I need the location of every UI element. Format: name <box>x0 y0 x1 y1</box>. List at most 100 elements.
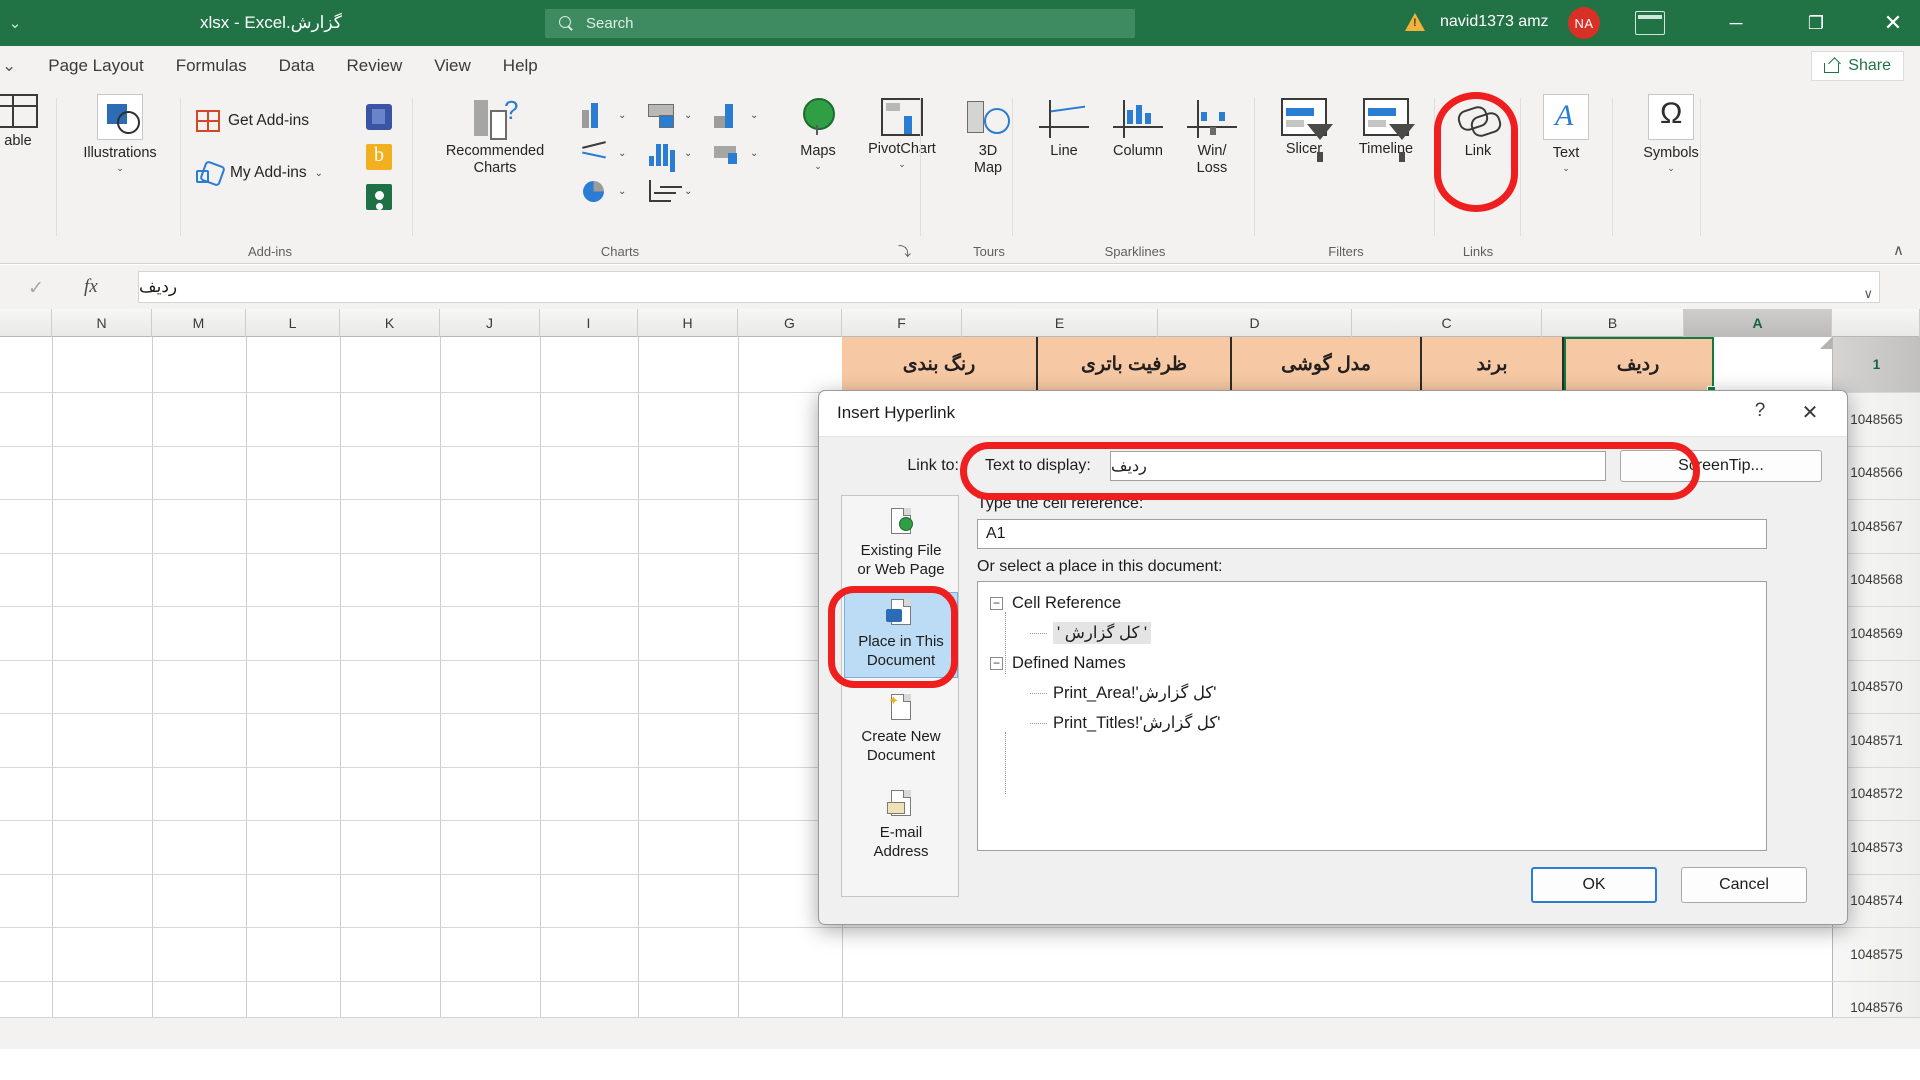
column-header-F[interactable]: F <box>842 309 962 337</box>
column-header-I[interactable]: I <box>540 309 638 337</box>
link-to-existing-file[interactable]: Existing File or Web Page <box>844 502 958 586</box>
maximize-button[interactable]: ❐ <box>1785 0 1847 46</box>
cancel-button[interactable]: Cancel <box>1681 867 1807 903</box>
column-header-N[interactable]: N <box>52 309 152 337</box>
table-row[interactable]: 1 رنگ بندی ظرفیت باتری مدل گوشی برند ردی… <box>0 337 1920 395</box>
avatar[interactable]: NA <box>1568 7 1600 39</box>
column-chart-button[interactable]: ⌄ <box>580 102 626 128</box>
column-header-L[interactable]: L <box>246 309 340 337</box>
select-all-corner[interactable] <box>1832 309 1920 337</box>
recommended-charts-button[interactable]: ? Recommended Charts <box>430 95 560 176</box>
my-addins-button[interactable]: My Add-ins ⌄ <box>196 162 323 184</box>
table-button[interactable]: able <box>0 94 64 150</box>
chevron-down-icon[interactable]: ⌄ <box>116 163 124 173</box>
chevron-down-icon[interactable]: ⌄ <box>315 168 323 179</box>
tab-formulas[interactable]: Formulas <box>160 46 263 86</box>
status-bar <box>0 1017 1920 1049</box>
tree-node-print-titles[interactable]: 'کل گزارش'!Print_Titles <box>984 708 1766 738</box>
combo-chart-button[interactable]: ⌄ <box>712 140 758 166</box>
line-chart-button[interactable]: ⌄ <box>580 140 626 166</box>
screentip-button[interactable]: ScreenTip... <box>1620 450 1822 482</box>
pivotchart-label: PivotChart <box>868 141 936 157</box>
tab-page-layout[interactable]: Page Layout <box>32 46 159 86</box>
column-header-J[interactable]: J <box>440 309 540 337</box>
column-header-K[interactable]: K <box>340 309 440 337</box>
column-header-E[interactable]: E <box>962 309 1158 337</box>
create-new-document-label-1: Create New <box>861 728 941 745</box>
tree-node-defined-names[interactable]: − Defined Names <box>984 648 1766 678</box>
illustrations-button[interactable]: Illustrations ⌄ <box>74 94 166 173</box>
symbols-button[interactable]: Symbols ⌄ <box>1624 94 1718 173</box>
place-tree[interactable]: − Cell Reference ' کل گزارش ' − Defined … <box>977 581 1767 851</box>
close-icon[interactable]: ✕ <box>1797 400 1823 425</box>
cell-E1[interactable]: رنگ بندی <box>842 337 1038 392</box>
enter-formula-icon[interactable]: ✓ <box>28 277 44 300</box>
ok-button[interactable]: OK <box>1531 867 1657 903</box>
account-name[interactable]: navid1373 amz <box>1440 13 1549 31</box>
insert-function-icon[interactable]: fx <box>84 276 98 298</box>
column-chart-icon <box>580 102 610 128</box>
tab-overflow-left[interactable]: ⌄ <box>0 46 32 86</box>
tab-data[interactable]: Data <box>263 46 331 86</box>
collapse-icon[interactable]: − <box>990 656 1003 670</box>
waterfall-chart-button[interactable]: ⌄ <box>712 102 758 128</box>
link-to-email-address[interactable]: E-mail Address <box>844 784 958 868</box>
sparkline-line-button[interactable]: Line <box>1028 100 1100 160</box>
collapse-icon[interactable]: − <box>990 596 1003 610</box>
text-to-display-input[interactable]: ردیف <box>1110 451 1606 481</box>
chevron-down-icon[interactable]: ⌄ <box>814 161 822 171</box>
search-box[interactable]: Search <box>545 9 1135 38</box>
row-header-1[interactable]: 1 <box>1832 337 1920 392</box>
chevron-down-icon[interactable]: ⌄ <box>1562 163 1570 173</box>
sparkline-winloss-button[interactable]: Win/ Loss <box>1176 100 1248 176</box>
link-to-create-new-document[interactable]: ✦ Create New Document <box>844 688 958 772</box>
cell-C1[interactable]: مدل گوشی <box>1232 337 1422 392</box>
close-button[interactable]: ✕ <box>1862 0 1920 46</box>
column-header-M[interactable]: M <box>152 309 246 337</box>
tab-view[interactable]: View <box>418 46 487 86</box>
pie-chart-button[interactable]: ⌄ <box>580 178 626 204</box>
tab-review[interactable]: Review <box>331 46 419 86</box>
people-graph-addin-icon[interactable] <box>366 184 392 210</box>
get-addins-button[interactable]: Get Add-ins <box>196 110 309 132</box>
link-to-place-in-document[interactable]: Place in This Document <box>844 592 958 678</box>
row-header[interactable]: 1048575 <box>1832 928 1920 981</box>
column-header-A[interactable]: A <box>1684 309 1832 337</box>
quick-access-toolbar[interactable]: ⌄ <box>0 14 30 32</box>
timeline-button[interactable]: Timeline <box>1342 98 1430 162</box>
collapse-ribbon-button[interactable]: ∧ <box>1893 241 1904 259</box>
ribbon-display-options-icon[interactable] <box>1635 11 1665 35</box>
scatter-chart-button[interactable]: ⌄ <box>646 178 692 204</box>
charts-dialog-launcher[interactable]: ⤵ <box>898 241 911 260</box>
cell-reference-input[interactable]: A1 <box>977 519 1767 549</box>
column-header-B[interactable]: B <box>1542 309 1684 337</box>
tree-node-sheet[interactable]: ' کل گزارش ' <box>984 618 1766 648</box>
formula-input[interactable]: ردیف ∨ <box>138 271 1880 303</box>
column-header-D[interactable]: D <box>1158 309 1352 337</box>
cell-D1[interactable]: ظرفیت باتری <box>1038 337 1232 392</box>
ribbon-group-links: Link Links <box>1442 86 1514 264</box>
sparkline-column-button[interactable]: Column <box>1098 100 1178 160</box>
chevron-down-icon[interactable]: ⌄ <box>898 159 906 169</box>
tree-node-print-area[interactable]: 'کل گزارش'!Print_Area <box>984 678 1766 708</box>
help-icon[interactable]: ? <box>1747 400 1773 422</box>
statistic-chart-button[interactable]: ⌄ <box>646 140 692 166</box>
chevron-down-icon[interactable]: ⌄ <box>1667 163 1675 173</box>
maps-button[interactable]: Maps ⌄ <box>772 98 864 171</box>
column-header-G[interactable]: G <box>738 309 842 337</box>
slicer-button[interactable]: Slicer <box>1264 98 1344 162</box>
tree-node-cell-reference[interactable]: − Cell Reference <box>984 588 1766 618</box>
bing-maps-addin-icon[interactable] <box>366 144 392 170</box>
hierarchy-chart-button[interactable]: ⌄ <box>646 102 692 128</box>
tab-help[interactable]: Help <box>487 46 554 86</box>
column-header-C[interactable]: C <box>1352 309 1542 337</box>
visio-addin-icon[interactable] <box>366 104 392 130</box>
table-row[interactable]: 1048575 <box>0 928 1920 982</box>
text-button[interactable]: Text ⌄ <box>1528 94 1604 173</box>
expand-formula-bar-icon[interactable]: ∨ <box>1863 286 1873 302</box>
minimize-button[interactable]: ─ <box>1705 0 1767 46</box>
link-button[interactable]: Link <box>1432 100 1524 160</box>
cell-B1[interactable]: برند <box>1422 337 1564 392</box>
column-header-H[interactable]: H <box>638 309 738 337</box>
share-button[interactable]: Share <box>1811 51 1904 81</box>
